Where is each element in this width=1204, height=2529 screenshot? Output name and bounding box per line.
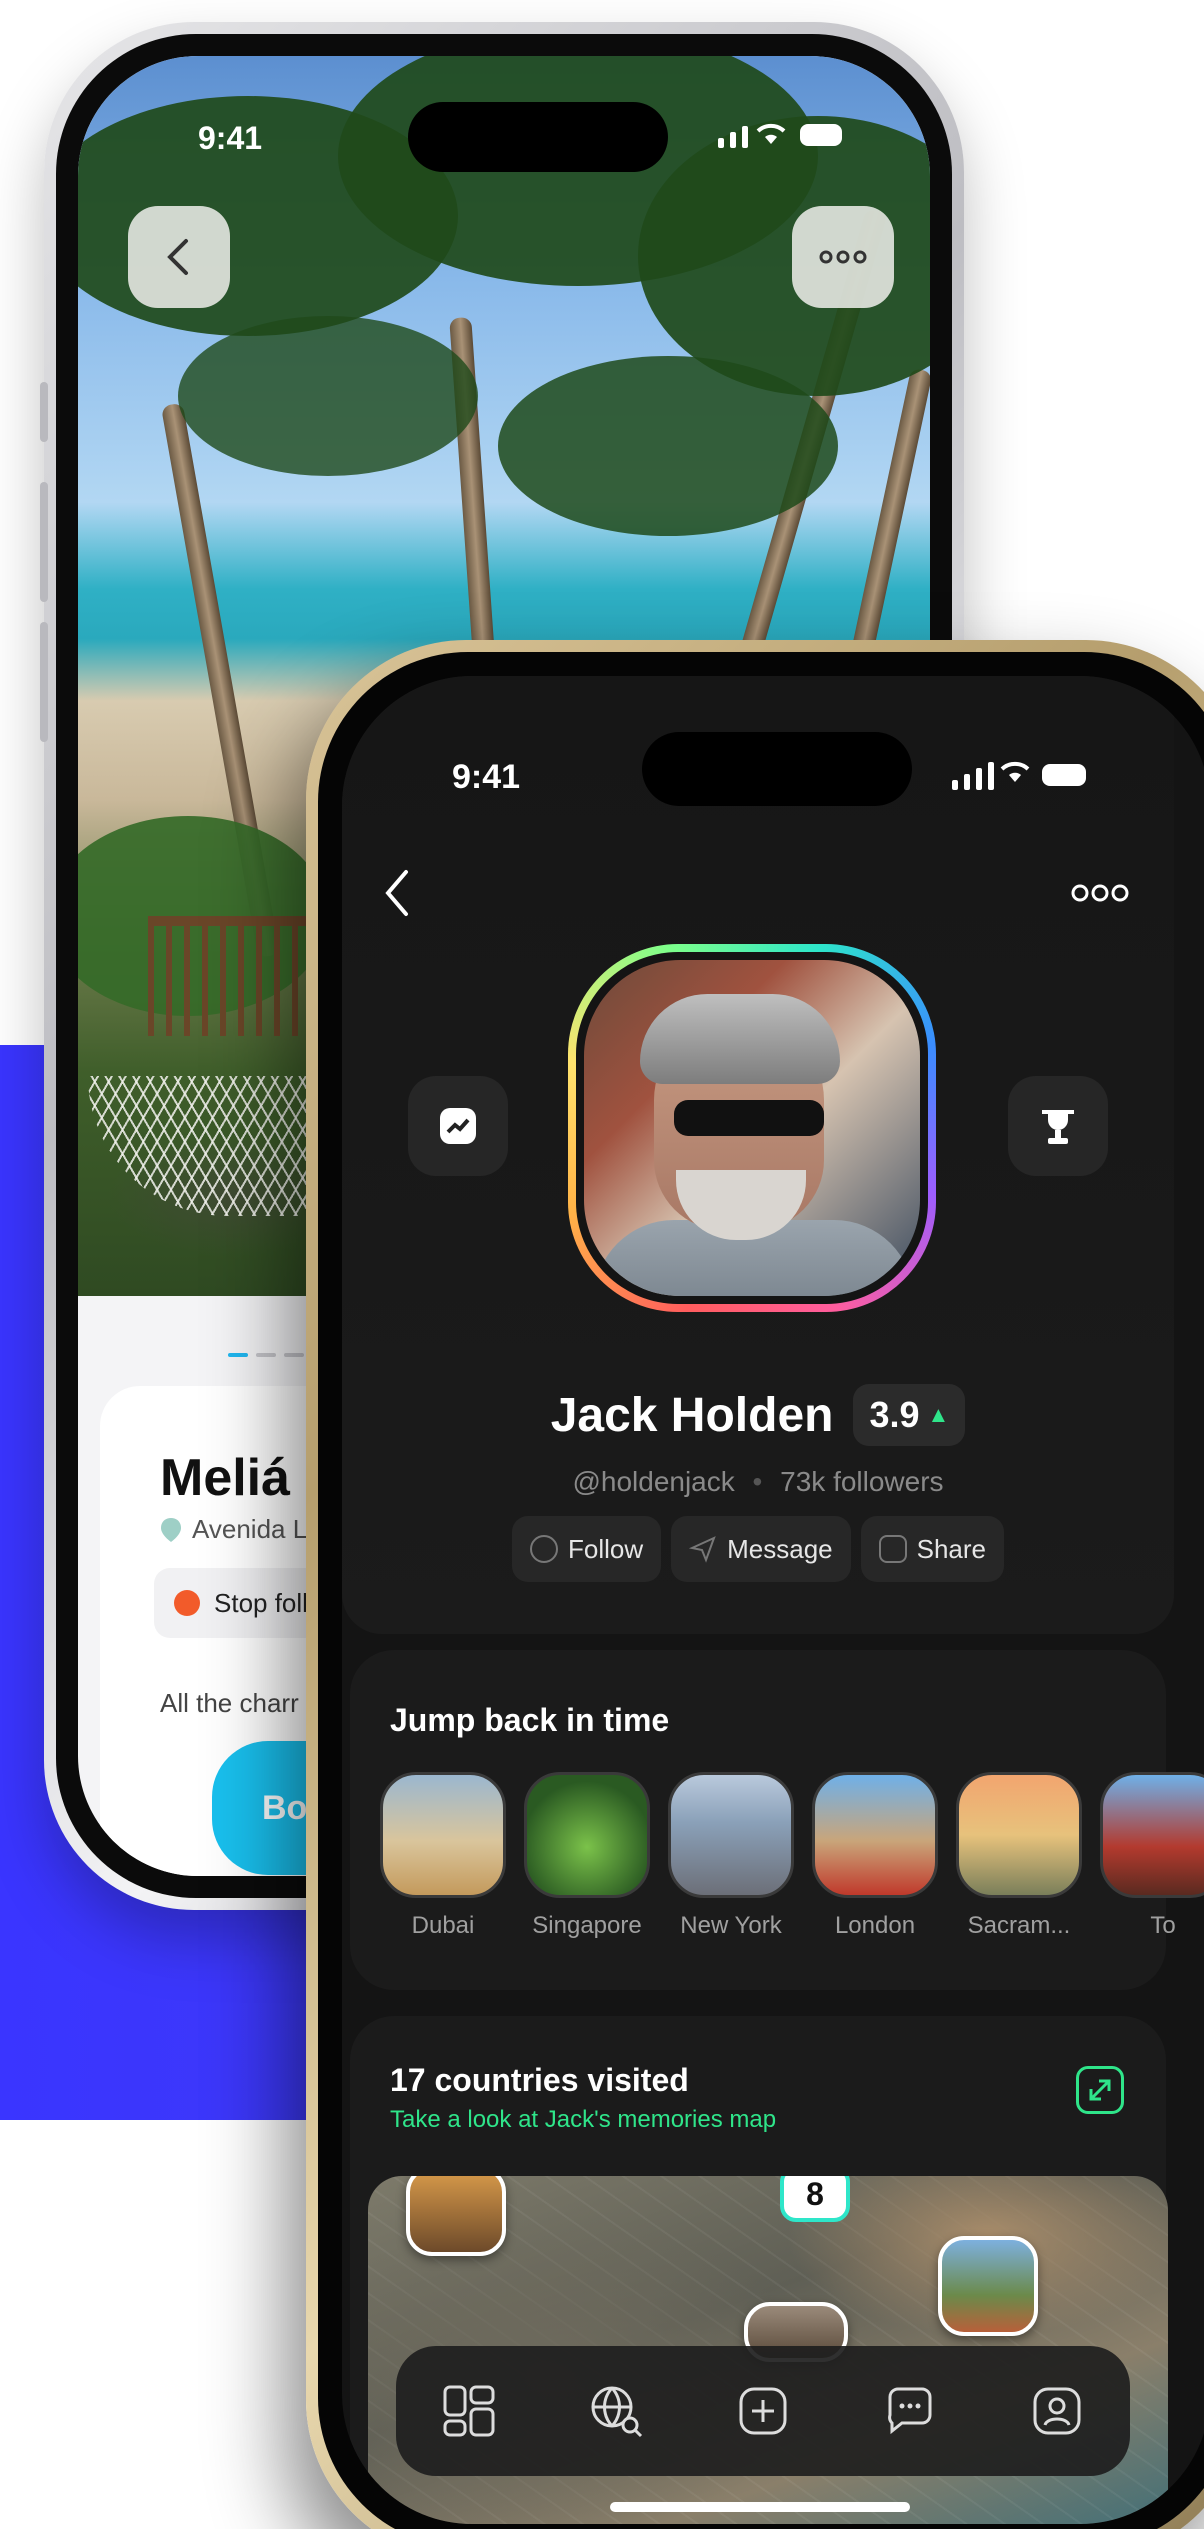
share-icon xyxy=(878,1535,907,1563)
map-cluster-badge[interactable]: 8 xyxy=(780,2176,850,2222)
expand-map-button[interactable] xyxy=(1076,2066,1124,2114)
city-label: Singapore xyxy=(532,1912,642,1939)
message-button[interactable]: Message xyxy=(671,1516,851,1582)
wifi-icon xyxy=(756,123,786,144)
avatar[interactable] xyxy=(584,960,920,1296)
profile-subline: @holdenjack • 73k followers xyxy=(342,1466,1174,1498)
user-icon xyxy=(529,1535,558,1563)
globe-search-icon xyxy=(591,2386,643,2438)
share-label: Share xyxy=(916,1533,987,1564)
wifi-icon xyxy=(1000,761,1030,782)
bottom-tab-bar xyxy=(396,2346,1130,2476)
profile-header-panel: 9:41 Jack Holden 3.9 ▲ @holdenjack • 73k… xyxy=(342,676,1174,1634)
city-label: London xyxy=(834,1912,916,1939)
city-label: Sacram... xyxy=(967,1912,1071,1939)
dynamic-island xyxy=(408,102,668,172)
follow-button[interactable]: Follow xyxy=(511,1516,662,1582)
follow-label: Follow xyxy=(567,1533,644,1564)
follower-count: 73k followers xyxy=(780,1466,944,1497)
rating-badge: 3.9 ▲ xyxy=(853,1384,966,1446)
city-label: Dubai xyxy=(411,1912,475,1939)
profile-icon xyxy=(1033,2387,1081,2435)
signal-icon xyxy=(952,762,994,790)
signal-icon xyxy=(718,126,748,148)
tab-feed[interactable] xyxy=(437,2379,501,2443)
chevron-left-icon xyxy=(167,239,188,275)
city-item-sacramento[interactable]: Sacram... xyxy=(956,1772,1082,1940)
map-photo-pin[interactable] xyxy=(406,2176,506,2256)
avatar-ring xyxy=(568,944,936,1312)
city-thumbnail xyxy=(380,1772,506,1898)
send-icon xyxy=(689,1536,716,1563)
city-thumbnail xyxy=(668,1772,794,1898)
countries-title: 17 countries visited xyxy=(390,2062,689,2098)
city-item-dubai[interactable]: Dubai xyxy=(380,1772,506,1940)
status-time: 9:41 xyxy=(198,120,263,156)
city-thumbnail xyxy=(956,1772,1082,1898)
jump-back-panel: Jump back in time Dubai Singapore New Yo… xyxy=(350,1650,1204,1990)
city-carousel[interactable]: Dubai Singapore New York London Sacram..… xyxy=(380,1772,1204,1940)
front-phone-device: 9:41 Jack Holden 3.9 ▲ @holdenjack • 73k… xyxy=(306,640,1204,2529)
tab-create[interactable] xyxy=(731,2379,795,2443)
trophy-icon xyxy=(1042,1110,1074,1144)
city-thumbnail xyxy=(1100,1772,1204,1898)
status-time: 9:41 xyxy=(452,758,521,796)
profile-name-row: Jack Holden 3.9 ▲ xyxy=(342,1384,1174,1446)
tab-explore[interactable] xyxy=(584,2379,648,2443)
trending-up-icon xyxy=(440,1108,476,1144)
add-icon xyxy=(739,2387,787,2435)
tab-profile[interactable] xyxy=(1025,2379,1089,2443)
city-item-new-york[interactable]: New York xyxy=(668,1772,794,1940)
trend-up-icon: ▲ xyxy=(927,1402,950,1427)
volume-down-button xyxy=(40,622,48,742)
ellipsis-icon xyxy=(819,250,867,264)
achievements-button[interactable] xyxy=(1008,1076,1108,1176)
back-chevron-icon[interactable] xyxy=(382,868,412,918)
separator-dot: • xyxy=(752,1466,763,1497)
address-text: Avenida La xyxy=(192,1514,322,1544)
more-options-button[interactable] xyxy=(792,206,894,308)
city-label: To xyxy=(1150,1912,1176,1939)
location-pin-icon xyxy=(161,1517,181,1542)
share-button[interactable]: Share xyxy=(860,1516,1005,1582)
battery-icon xyxy=(800,124,842,146)
hotel-title: Meliá I xyxy=(160,1449,319,1507)
city-thumbnail xyxy=(524,1772,650,1898)
profile-actions: Follow Message Share xyxy=(342,1516,1174,1582)
stats-button[interactable] xyxy=(408,1076,508,1176)
chat-icon xyxy=(887,2387,932,2435)
photo-pager[interactable] xyxy=(228,1353,304,1357)
city-item-london[interactable]: London xyxy=(812,1772,938,1940)
more-options-icon[interactable] xyxy=(1070,882,1130,904)
home-indicator xyxy=(610,2502,910,2512)
message-label: Message xyxy=(727,1533,833,1564)
stop-icon xyxy=(174,1590,200,1616)
profile-handle: @holdenjack xyxy=(572,1466,735,1497)
city-label: New York xyxy=(680,1912,782,1939)
city-item-singapore[interactable]: Singapore xyxy=(524,1772,650,1940)
volume-up-button xyxy=(40,482,48,602)
profile-name: Jack Holden xyxy=(550,1388,834,1442)
city-item-tokyo[interactable]: To xyxy=(1100,1772,1204,1940)
expand-icon xyxy=(1089,2079,1111,2101)
hotel-address: Avenida La xyxy=(160,1514,322,1545)
jump-back-title: Jump back in time xyxy=(390,1702,670,1738)
battery-icon xyxy=(1042,764,1086,786)
mute-switch xyxy=(40,382,48,442)
map-photo-pin[interactable] xyxy=(938,2236,1038,2336)
profile-screen: 9:41 Jack Holden 3.9 ▲ @holdenjack • 73k… xyxy=(342,676,1204,2524)
tab-messages[interactable] xyxy=(878,2379,942,2443)
countries-subtitle: Take a look at Jack's memories map xyxy=(390,2106,777,2133)
dynamic-island xyxy=(642,732,912,806)
grid-icon xyxy=(443,2385,495,2437)
back-button[interactable] xyxy=(128,206,230,308)
rating-value: 3.9 xyxy=(869,1394,920,1435)
city-thumbnail xyxy=(812,1772,938,1898)
